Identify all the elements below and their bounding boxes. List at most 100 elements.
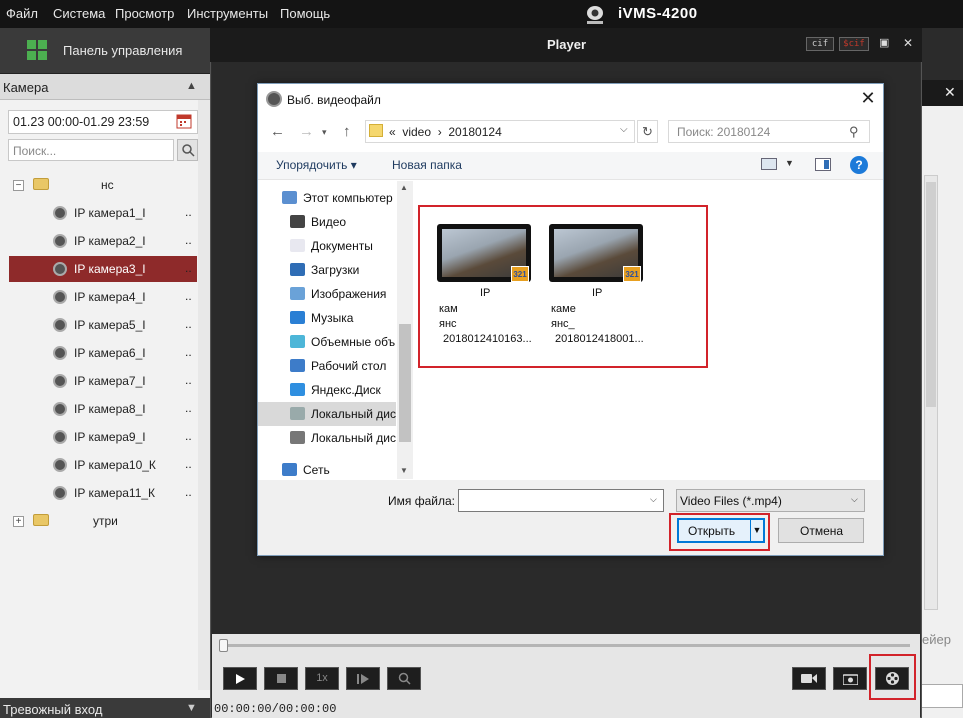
organize-button[interactable]: Упорядочить ▾ [276, 158, 357, 172]
file-type-value: Video Files (*.mp4) [680, 494, 782, 508]
back-arrow-icon[interactable]: ← [270, 123, 285, 140]
nav-item-icon [290, 287, 305, 300]
camera-more[interactable]: .. [185, 373, 192, 387]
timeline-slider-thumb[interactable] [219, 639, 228, 652]
camera-item[interactable]: IP камера4_I.. [9, 284, 197, 310]
nav-item[interactable]: Сеть [258, 458, 396, 482]
scroll-down-icon[interactable]: ▼ [400, 466, 408, 475]
background-scrollbar[interactable] [924, 175, 938, 610]
nav-item[interactable]: Этот компьютер [258, 186, 396, 210]
nav-item-label: Загрузки [311, 263, 360, 277]
nav-item-label: Этот компьютер [303, 191, 393, 205]
dialog-title: Выб. видеофайл [287, 93, 381, 107]
expand-toggle-icon[interactable]: + [13, 516, 24, 527]
ip-camera-icon [53, 402, 67, 416]
view-mode-icon[interactable] [761, 158, 777, 170]
timeline-track[interactable] [222, 644, 910, 647]
close-icon[interactable]: ✕ [903, 36, 913, 50]
chevron-down-icon[interactable]: ▼ [785, 158, 794, 168]
tree-group-2[interactable]: + утри [9, 508, 197, 534]
tree-group-label: нс [101, 178, 114, 192]
camera-item[interactable]: IP камера11_К.. [9, 480, 197, 506]
camera-more[interactable]: .. [185, 261, 192, 275]
nav-item[interactable]: Изображения [258, 282, 396, 306]
ip-camera-icon [53, 346, 67, 360]
camera-item[interactable]: IP камера8_I.. [9, 396, 197, 422]
speed-button[interactable]: 1x [305, 667, 339, 690]
frame-step-button[interactable] [346, 667, 380, 690]
cancel-button-label: Отмена [800, 524, 844, 538]
stop-button[interactable] [264, 667, 298, 690]
snapshot-button[interactable] [833, 667, 867, 690]
camera-more[interactable]: .. [185, 233, 192, 247]
scrollbar-thumb[interactable] [926, 182, 936, 407]
nav-item-label: Локальный дис [311, 431, 396, 445]
nav-item[interactable]: Рабочий стол [258, 354, 396, 378]
folder-icon [33, 514, 49, 526]
left-scrollbar[interactable] [198, 100, 210, 690]
tree-group-1[interactable]: − нс [9, 172, 197, 198]
camera-item[interactable]: IP камера9_I.. [9, 424, 197, 450]
close-icon[interactable]: ✕ [944, 84, 956, 101]
preview-pane-icon[interactable] [815, 158, 831, 171]
record-button[interactable] [792, 667, 826, 690]
nav-item[interactable]: Видео [258, 210, 396, 234]
ip-camera-icon [53, 290, 67, 304]
menu-view[interactable]: Просмотр [115, 6, 174, 21]
calendar-icon[interactable] [176, 113, 192, 129]
search-icon: ⚲ [849, 124, 859, 139]
camera-more[interactable]: .. [185, 205, 192, 219]
zoom-button[interactable] [387, 667, 421, 690]
scroll-up-icon[interactable]: ▲ [400, 183, 408, 192]
menu-file[interactable]: Файл [6, 6, 38, 21]
camera-item[interactable]: IP камера10_К.. [9, 452, 197, 478]
camera-search-button[interactable] [177, 139, 198, 161]
file-name-input[interactable] [458, 489, 664, 512]
camera-item[interactable]: IP камера1_I.. [9, 200, 197, 226]
new-folder-button[interactable]: Новая папка [392, 158, 462, 172]
camera-more[interactable]: .. [185, 401, 192, 415]
camera-more[interactable]: .. [185, 317, 192, 331]
maximize-icon[interactable]: ▣ [879, 36, 889, 49]
collapse-toggle-icon[interactable]: − [13, 180, 24, 191]
background-button[interactable] [920, 684, 963, 708]
menu-help[interactable]: Помощь [280, 6, 330, 21]
up-arrow-icon[interactable]: ↑ [343, 123, 351, 140]
help-icon[interactable]: ? [850, 156, 868, 174]
camera-more[interactable]: .. [185, 485, 192, 499]
camera-more[interactable]: .. [185, 429, 192, 443]
camera-more[interactable]: .. [185, 289, 192, 303]
menu-system[interactable]: Система [53, 6, 105, 21]
dialog-close-button[interactable]: ✕ [857, 88, 879, 110]
nav-item[interactable]: Локальный дис [258, 402, 396, 426]
camera-label: IP камера3_I [74, 262, 146, 276]
nav-item-icon [290, 311, 305, 324]
nav-item[interactable]: Локальный дис [258, 426, 396, 450]
scif-button[interactable]: $cif [839, 37, 869, 51]
chevron-down-icon[interactable]: ⌵ [650, 494, 657, 505]
recent-dropdown-icon[interactable]: ▾ [322, 127, 327, 138]
play-button[interactable] [223, 667, 257, 690]
ip-camera-icon [53, 262, 67, 276]
camera-item[interactable]: IP камера2_I.. [9, 228, 197, 254]
forward-arrow-icon[interactable]: → [299, 123, 314, 140]
camera-item[interactable]: IP камера3_I.. [9, 256, 197, 282]
camera-more[interactable]: .. [185, 345, 192, 359]
nav-item[interactable]: Яндекс.Диск [258, 378, 396, 402]
camera-item[interactable]: IP камера7_I.. [9, 368, 197, 394]
nav-item[interactable]: Загрузки [258, 258, 396, 282]
nav-item[interactable]: Объемные объ [258, 330, 396, 354]
chevron-down-icon[interactable]: ⌵ [851, 494, 858, 505]
refresh-button[interactable]: ↻ [637, 120, 658, 143]
chevron-down-icon[interactable]: ▼ [186, 702, 197, 714]
chevron-down-icon[interactable]: ⌵ [620, 124, 628, 135]
nav-item[interactable]: Документы [258, 234, 396, 258]
nav-item[interactable]: Музыка [258, 306, 396, 330]
camera-item[interactable]: IP камера5_I.. [9, 312, 197, 338]
camera-item[interactable]: IP камера6_I.. [9, 340, 197, 366]
menu-tools[interactable]: Инструменты [187, 6, 268, 21]
cif-button[interactable]: cif [806, 37, 834, 51]
camera-more[interactable]: .. [185, 457, 192, 471]
collapse-icon[interactable]: ▲ [186, 80, 197, 92]
nav-scrollbar-thumb[interactable] [399, 324, 411, 442]
